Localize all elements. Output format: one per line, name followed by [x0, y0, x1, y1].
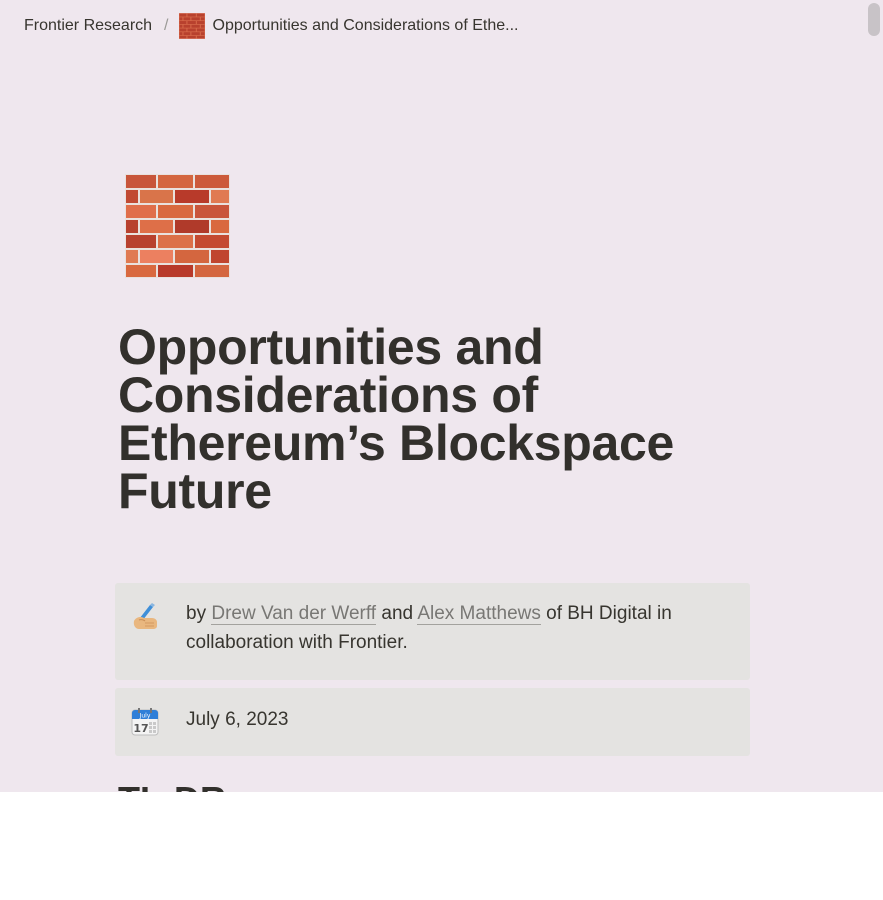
breadcrumb-parent-link[interactable]: Frontier Research: [24, 17, 152, 35]
section-heading-tldr: TL;DR: [118, 780, 226, 793]
author-link-drew[interactable]: Drew Van der Werff: [211, 603, 377, 625]
brick-icon: [178, 13, 205, 39]
brick-icon[interactable]: [125, 174, 230, 278]
author-callout-text: by Drew Van der Werff and Alex Matthews …: [186, 599, 734, 664]
scrollbar-thumb[interactable]: [868, 3, 880, 36]
writing-hand-icon: [133, 603, 157, 629]
author-callout: by Drew Van der Werff and Alex Matthews …: [115, 583, 750, 680]
author-prefix: by: [186, 603, 212, 624]
date-text: July 6, 2023: [186, 709, 289, 730]
page-title-line: Future: [118, 463, 272, 519]
breadcrumb-current[interactable]: Opportunities and Considerations of Ethe…: [178, 13, 519, 39]
breadcrumb-current-label: Opportunities and Considerations of Ethe…: [212, 17, 519, 34]
author-conjunction: and: [376, 603, 418, 624]
date-callout: July 17 July 6, 2023: [115, 688, 750, 756]
page-viewport: Frontier Research / Opportunities and Co…: [0, 0, 883, 792]
calendar-month-label: July: [139, 713, 151, 720]
breadcrumb-separator: /: [164, 17, 169, 34]
breadcrumb: Frontier Research / Opportunities and Co…: [24, 13, 519, 39]
calendar-icon: July 17: [131, 708, 159, 736]
calendar-day-label: 17: [133, 722, 148, 735]
page-title: Opportunities and Considerations of Ethe…: [118, 322, 758, 516]
author-link-alex[interactable]: Alex Matthews: [417, 603, 541, 625]
